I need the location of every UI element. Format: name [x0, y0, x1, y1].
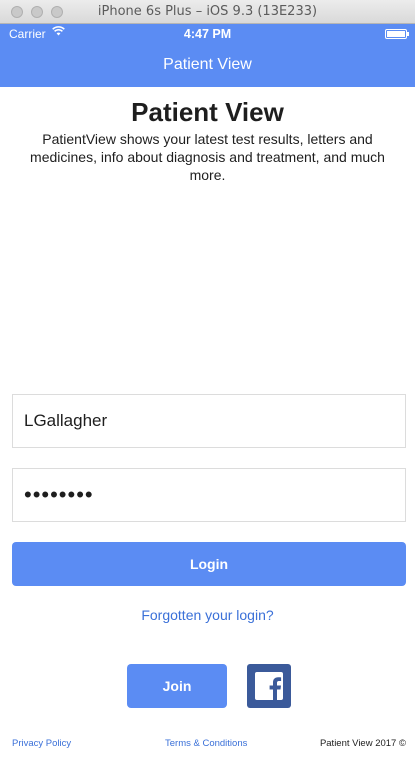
forgot-login-link[interactable]: Forgotten your login?: [0, 607, 415, 623]
intro-text: PatientView shows your latest test resul…: [30, 131, 385, 183]
status-bar: Carrier 4:47 PM: [0, 24, 415, 44]
nav-title: Patient View: [163, 56, 252, 73]
join-button[interactable]: Join: [127, 664, 227, 708]
simulator-title: iPhone 6s Plus – iOS 9.3 (13E233): [97, 4, 318, 19]
password-field[interactable]: [13, 469, 405, 521]
login-button[interactable]: Login: [12, 542, 406, 586]
terms-link[interactable]: Terms & Conditions: [165, 738, 247, 749]
footer: Privacy Policy Terms & Conditions Patien…: [0, 738, 415, 752]
battery-icon: [385, 29, 409, 39]
status-time: 4:47 PM: [183, 27, 232, 41]
copyright-text: Patient View 2017 ©: [319, 738, 406, 749]
facebook-login-button[interactable]: [247, 664, 291, 708]
privacy-policy-link[interactable]: Privacy Policy: [12, 738, 71, 749]
username-field[interactable]: [13, 395, 405, 447]
username-field-container: [12, 394, 406, 448]
simulator-titlebar: iPhone 6s Plus – iOS 9.3 (13E233): [0, 0, 415, 24]
password-field-container: [12, 468, 406, 522]
navigation-bar: Carrier 4:47 PM Patient View: [0, 24, 415, 87]
facebook-icon: [255, 672, 283, 700]
page-title: Patient View: [131, 97, 284, 127]
